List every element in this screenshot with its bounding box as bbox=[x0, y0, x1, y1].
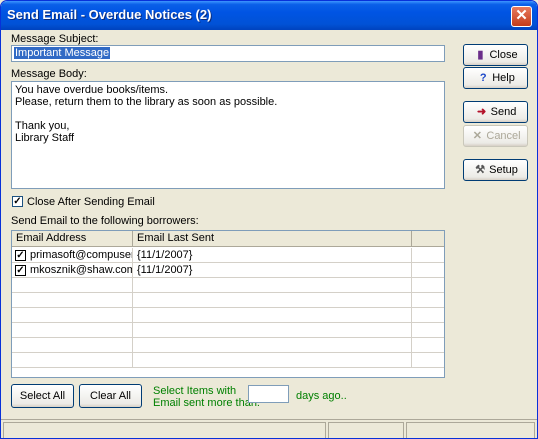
status-panel bbox=[328, 422, 404, 438]
email-cell: mkosznik@shaw.com bbox=[12, 263, 133, 278]
table-row[interactable]: primasoft@compuserv... ✓ {11/1/2007} bbox=[12, 248, 444, 263]
select-all-button[interactable]: Select All bbox=[11, 384, 74, 408]
subject-label: Message Subject: bbox=[11, 33, 99, 45]
send-email-dialog: Send Email - Overdue Notices (2) ✕ Messa… bbox=[0, 0, 538, 439]
row-checkbox[interactable]: ✓ bbox=[15, 250, 26, 261]
x-icon: ✕ bbox=[472, 130, 482, 142]
last-sent-cell: {11/1/2007} bbox=[133, 263, 412, 278]
table-row-empty bbox=[12, 353, 444, 368]
borrowers-table: Email Address Email Last Sent primasoft@… bbox=[11, 230, 445, 378]
email-cell: primasoft@compuserv... bbox=[12, 248, 133, 263]
setup-button[interactable]: ⚒ Setup bbox=[463, 159, 528, 181]
window-title: Send Email - Overdue Notices (2) bbox=[7, 7, 212, 22]
close-window-button[interactable]: ✕ bbox=[511, 6, 532, 27]
close-button[interactable]: ▮ Close bbox=[463, 44, 528, 66]
arrow-icon: ➜ bbox=[477, 106, 487, 118]
cancel-button[interactable]: ✕ Cancel bbox=[463, 125, 528, 147]
days-input[interactable] bbox=[248, 385, 289, 403]
table-row-empty bbox=[12, 293, 444, 308]
tools-icon: ⚒ bbox=[475, 164, 486, 176]
body-label: Message Body: bbox=[11, 68, 87, 80]
status-panel bbox=[3, 422, 326, 438]
column-email-address[interactable]: Email Address bbox=[12, 231, 133, 247]
question-icon: ? bbox=[479, 72, 487, 84]
last-sent-cell: {11/1/2007} bbox=[133, 248, 412, 263]
close-after-checkbox[interactable]: ✓ bbox=[12, 196, 23, 207]
table-row-empty bbox=[12, 323, 444, 338]
message-body-textarea[interactable]: You have overdue books/items. Please, re… bbox=[11, 81, 445, 189]
help-button[interactable]: ? Help bbox=[463, 67, 528, 89]
status-bar bbox=[1, 419, 537, 438]
subject-value: Important Message bbox=[14, 47, 111, 59]
door-icon: ▮ bbox=[477, 49, 484, 61]
subject-input[interactable]: Important Message bbox=[11, 45, 445, 62]
table-row[interactable]: mkosznik@shaw.com ✓ {11/1/2007} bbox=[12, 263, 444, 278]
column-email-last-sent[interactable]: Email Last Sent bbox=[133, 231, 412, 247]
table-header: Email Address Email Last Sent bbox=[12, 231, 444, 247]
close-after-label: Close After Sending Email bbox=[27, 196, 155, 208]
send-button[interactable]: ➜ Send bbox=[463, 101, 528, 123]
clear-all-button[interactable]: Clear All bbox=[79, 384, 142, 408]
days-suffix-label: days ago.. bbox=[296, 390, 347, 402]
table-row-empty bbox=[12, 278, 444, 293]
status-panel bbox=[406, 422, 535, 438]
borrowers-label: Send Email to the following borrowers: bbox=[11, 215, 199, 227]
table-row-empty bbox=[12, 308, 444, 323]
filter-label-line1: Select Items with bbox=[153, 385, 237, 397]
row-checkbox[interactable]: ✓ bbox=[15, 265, 26, 276]
title-bar[interactable]: Send Email - Overdue Notices (2) ✕ bbox=[1, 1, 537, 30]
filter-label-line2: Email sent more than: bbox=[153, 397, 260, 409]
table-row-empty bbox=[12, 338, 444, 353]
